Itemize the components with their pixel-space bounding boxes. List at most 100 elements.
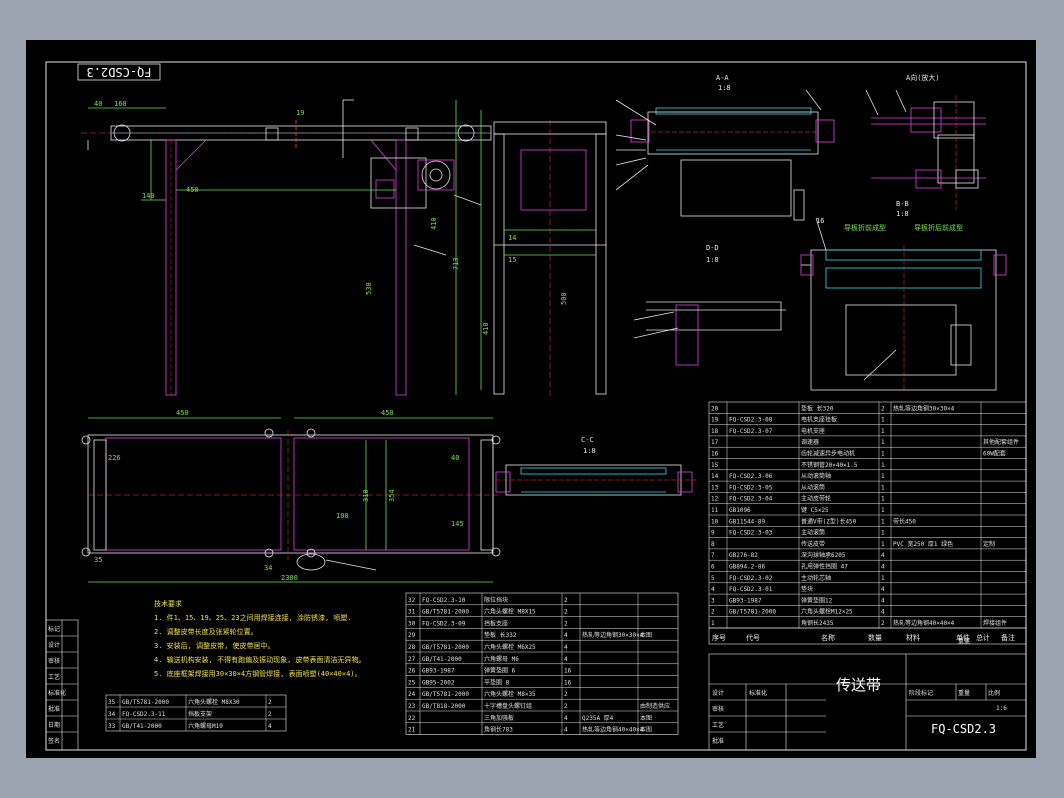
mid-bom-cell-qty: 4 xyxy=(564,715,568,722)
mid-bom-cell-no: 22 xyxy=(408,715,416,722)
right-bom-cell-no: 5 xyxy=(711,575,715,582)
mid-bom-cell-qty: 16 xyxy=(564,679,572,686)
dim-530: 530 xyxy=(365,282,373,295)
mid-bom-cell-name: 平垫圈 8 xyxy=(484,678,510,686)
dim-16: 16 xyxy=(816,217,824,225)
drawing-number: FQ-CSD2.3 xyxy=(931,722,996,736)
tb-sign-design: 设计 xyxy=(712,689,724,697)
dim-40b: 40 xyxy=(451,454,459,462)
right-bom-cell-qty: 1 xyxy=(881,507,885,514)
mid-bom-cell-no: 26 xyxy=(408,668,416,675)
callout-board-before: 导板折前成型 xyxy=(844,223,886,232)
mid-bom-cell-qty: 4 xyxy=(564,644,568,651)
right-bom-cell-no: 1 xyxy=(711,620,715,627)
right-bom-cell-no: 18 xyxy=(711,428,719,435)
right-bom-cell-qty: 1 xyxy=(881,484,885,491)
right-bom-header-cell: 材料 xyxy=(906,633,920,642)
mid-bom-cell-no: 31 xyxy=(408,609,416,616)
right-bom-cell-note: 60W配套 xyxy=(983,450,1006,458)
dim-19: 19 xyxy=(296,109,304,117)
right-bom-cell-name: 垫块 xyxy=(801,585,813,593)
right-bom-cell-mat: 热轧等边角钢30×30×4 xyxy=(893,404,955,412)
right-bom-cell-code: FQ-CSD2.3-01 xyxy=(729,586,773,593)
low-bom-cell-code: GB/T5781-2000 xyxy=(122,699,169,706)
mid-bom-cell-name: 六角头螺栓 M6X25 xyxy=(484,643,536,651)
right-bom-cell-no: 12 xyxy=(711,496,719,503)
mid-bom-cell-qty: 2 xyxy=(564,620,568,627)
mid-bom-cell-qty: 4 xyxy=(564,656,568,663)
dim-310: 310 xyxy=(362,489,370,502)
dim-500: 500 xyxy=(560,292,568,305)
view-dd-label: D-D xyxy=(706,244,719,252)
rotated-drawing-number: FQ-CSD2.3 xyxy=(86,65,151,79)
right-bom-header-cell: 序号 xyxy=(712,633,726,642)
right-bom-cell-name: 不锈钢管20×40×1.5 xyxy=(801,461,858,469)
right-bom-cell-no: 2 xyxy=(711,609,715,616)
mid-bom-cell-code: GB95-2002 xyxy=(422,679,455,686)
low-bom-cell-qty: 4 xyxy=(268,723,272,730)
mid-bom-cell-code: GB/T5781-2000 xyxy=(422,644,469,651)
right-bom-cell-code: GB1096 xyxy=(729,507,751,514)
right-bom-cell-no: 10 xyxy=(711,518,719,525)
strip-label-6: 批准 xyxy=(48,705,60,713)
tb-sign-approve: 批准 xyxy=(712,737,724,745)
callout-board-after: 导板折后前成型 xyxy=(914,223,963,232)
rotated-code-box: FQ-CSD2.3 xyxy=(77,63,161,81)
right-bom-header-cell: 代号 xyxy=(746,633,760,642)
mid-bom-cell-note: 本图 xyxy=(640,714,652,722)
tech-heading: 技术要求 xyxy=(154,599,182,608)
right-bom-cell-qty: 4 xyxy=(881,609,885,616)
dim-713: 713 xyxy=(452,257,460,270)
right-bom-cell-name: 六角头螺栓M12×25 xyxy=(801,608,853,616)
right-bom-cell-qty: 4 xyxy=(881,597,885,604)
mid-bom-cell-qty: 4 xyxy=(564,727,568,734)
right-bom-cell-no: 16 xyxy=(711,451,719,458)
right-bom-cell-qty: 2 xyxy=(881,620,885,627)
strip-label-1: 标记 xyxy=(48,625,60,633)
right-bom-cell-qty: 1 xyxy=(881,518,885,525)
mid-bom-cell-name: 三角加强板 xyxy=(484,714,514,722)
mid-bom-cell-note: 本图 xyxy=(640,726,652,734)
right-bom-cell-code: FQ-CSD2.3-06 xyxy=(729,473,773,480)
strip-label-2: 设计 xyxy=(48,641,60,649)
right-bom-cell-name: 弹簧垫圈12 xyxy=(801,596,833,604)
right-bom-header-cell: 数量 xyxy=(868,633,882,642)
right-bom-cell-name: 从动滚筒轴 xyxy=(801,472,831,480)
right-bom-cell-no: 11 xyxy=(711,507,719,514)
right-bom-cell-name: 孔用弹性挡圈 47 xyxy=(801,563,848,571)
right-bom-cell-code: FQ-CSD2.3-05 xyxy=(729,484,773,491)
right-bom-cell-qty: 1 xyxy=(881,575,885,582)
right-bom-header-cell: 名称 xyxy=(821,633,835,642)
right-bom-cell-note: 定制 xyxy=(983,540,995,548)
low-bom-cell-no: 34 xyxy=(108,711,116,718)
right-bom-cell-no: 15 xyxy=(711,462,719,469)
tech-note-5: 5. 底座框架焊接用30×30×4方钢管焊接, 表面喷塑(40×40×4)。 xyxy=(154,669,362,678)
right-bom-cell-code: GB93-1987 xyxy=(729,597,762,604)
right-bom-cell-code: FQ-CSD2.3-07 xyxy=(729,428,773,435)
right-bom-cell-qty: 1 xyxy=(881,530,885,537)
right-bom-cell-qty: 1 xyxy=(881,451,885,458)
dim-410b: 410 xyxy=(482,322,490,335)
mid-bom-cell-no: 30 xyxy=(408,620,416,627)
right-bom-cell-qty: 1 xyxy=(881,417,885,424)
right-bom-header-weight: 重量 xyxy=(958,637,970,645)
mid-bom-cell-no: 25 xyxy=(408,679,416,686)
mid-bom-cell-mat: Q235A 厚4 xyxy=(582,715,614,722)
mid-bom-cell-qty: 2 xyxy=(564,703,568,710)
right-bom-cell-code: GB276-82 xyxy=(729,552,758,559)
right-bom-cell-qty: 4 xyxy=(881,564,885,571)
right-bom-cell-no: 4 xyxy=(711,586,715,593)
mid-bom-cell-qty: 4 xyxy=(564,632,568,639)
low-bom-cell-name: 六角螺母M10 xyxy=(188,722,223,730)
mid-bom-cell-qty: 16 xyxy=(564,668,572,675)
mid-bom-cell-name: 六角头螺栓 M8×35 xyxy=(484,690,536,698)
weight-label: 重量 xyxy=(958,689,970,697)
dim-354: 354 xyxy=(388,489,396,502)
dim-14: 14 xyxy=(508,234,516,242)
scale-value: 1:6 xyxy=(996,705,1007,712)
right-bom-cell-no: 6 xyxy=(711,564,715,571)
tech-note-2: 2. 调整皮带长度及张紧轮位置。 xyxy=(154,627,258,636)
right-bom-cell-name: 电机支座 xyxy=(801,427,825,435)
right-bom-cell-code: FQ-CSD2.3-02 xyxy=(729,575,773,582)
dim-160: 160 xyxy=(114,100,127,108)
